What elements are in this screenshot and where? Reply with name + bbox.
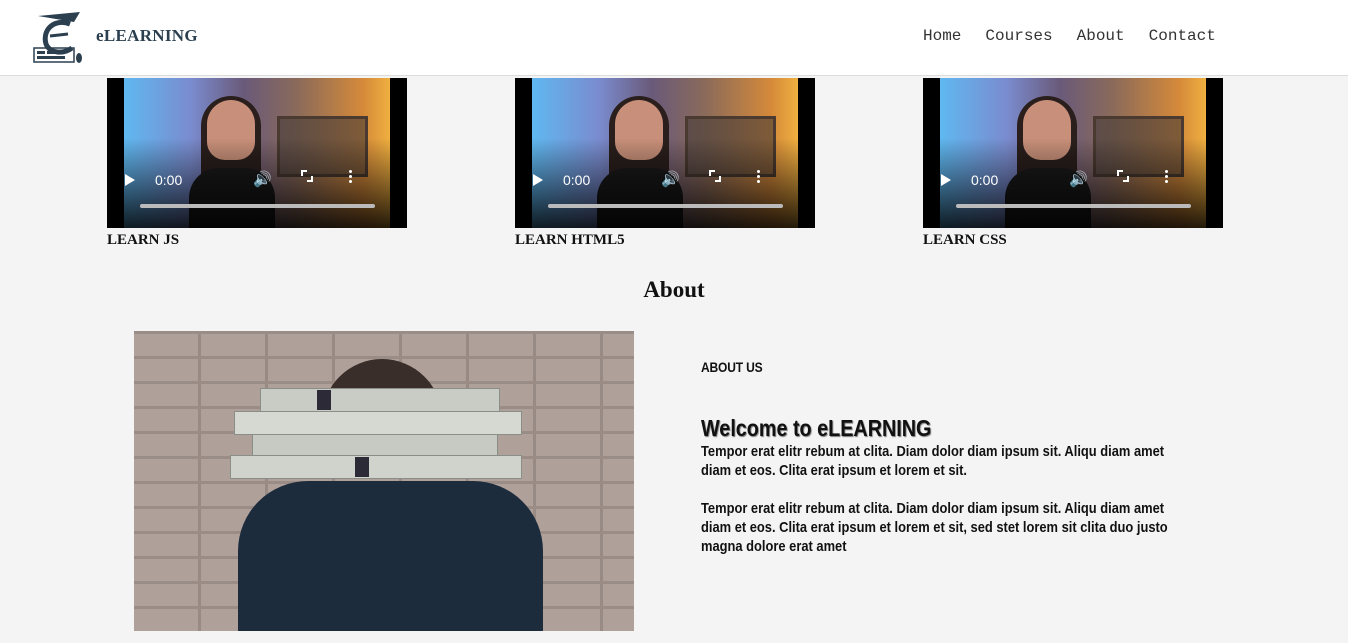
fullscreen-icon[interactable] bbox=[709, 170, 721, 182]
course-video-player[interactable]: 0:00 🔊 bbox=[515, 78, 815, 228]
course-card-html5: 0:00 🔊 LEARN HTML5 bbox=[515, 78, 815, 249]
about-paragraph-1: Tempor erat elitr rebum at clita. Diam d… bbox=[701, 443, 1165, 479]
video-progress-bar[interactable] bbox=[548, 204, 783, 208]
about-photo bbox=[134, 331, 634, 631]
course-video-player[interactable]: 0:00 🔊 bbox=[107, 78, 407, 228]
play-icon[interactable] bbox=[941, 174, 951, 186]
more-options-icon[interactable] bbox=[757, 170, 760, 185]
about-us-label: ABOUT US bbox=[701, 359, 763, 375]
more-options-icon[interactable] bbox=[349, 170, 352, 185]
photo-person-coat bbox=[238, 481, 543, 631]
course-card-js: 0:00 🔊 LEARN JS bbox=[107, 78, 407, 249]
video-time: 0:00 bbox=[971, 172, 999, 188]
course-title: LEARN JS bbox=[107, 232, 180, 248]
video-time: 0:00 bbox=[155, 172, 183, 188]
nav-home-link[interactable]: Home bbox=[923, 27, 961, 45]
course-title: LEARN HTML5 bbox=[515, 232, 625, 248]
about-paragraph-2: Tempor erat elitr rebum at clita. Diam d… bbox=[701, 500, 1168, 555]
site-header: eLEARNING Home Courses About Contact bbox=[0, 0, 1348, 76]
volume-icon[interactable]: 🔊 bbox=[253, 170, 272, 189]
play-icon[interactable] bbox=[533, 174, 543, 186]
course-title: LEARN CSS bbox=[923, 232, 1007, 248]
nav-courses-link[interactable]: Courses bbox=[985, 27, 1052, 45]
brand-name[interactable]: eLEARNING bbox=[96, 26, 198, 46]
course-card-css: 0:00 🔊 LEARN CSS bbox=[923, 78, 1223, 249]
nav-about-link[interactable]: About bbox=[1077, 27, 1125, 45]
main-nav: Home Courses About Contact bbox=[923, 27, 1240, 45]
fullscreen-icon[interactable] bbox=[1117, 170, 1129, 182]
video-progress-bar[interactable] bbox=[140, 204, 375, 208]
welcome-title: Welcome to eLEARNING bbox=[701, 415, 932, 441]
nav-contact-link[interactable]: Contact bbox=[1149, 27, 1216, 45]
more-options-icon[interactable] bbox=[1165, 170, 1168, 185]
photo-book bbox=[234, 411, 522, 435]
video-time: 0:00 bbox=[563, 172, 591, 188]
video-progress-bar[interactable] bbox=[956, 204, 1191, 208]
fullscreen-icon[interactable] bbox=[301, 170, 313, 182]
volume-icon[interactable]: 🔊 bbox=[1069, 170, 1088, 189]
photo-book bbox=[230, 455, 522, 479]
about-heading: About bbox=[643, 277, 705, 302]
play-icon[interactable] bbox=[125, 174, 135, 186]
course-video-player[interactable]: 0:00 🔊 bbox=[923, 78, 1223, 228]
elearning-logo-icon[interactable] bbox=[32, 10, 84, 66]
about-text-block: ABOUT US Welcome to eLEARNING Tempor era… bbox=[701, 359, 1211, 556]
volume-icon[interactable]: 🔊 bbox=[661, 170, 680, 189]
